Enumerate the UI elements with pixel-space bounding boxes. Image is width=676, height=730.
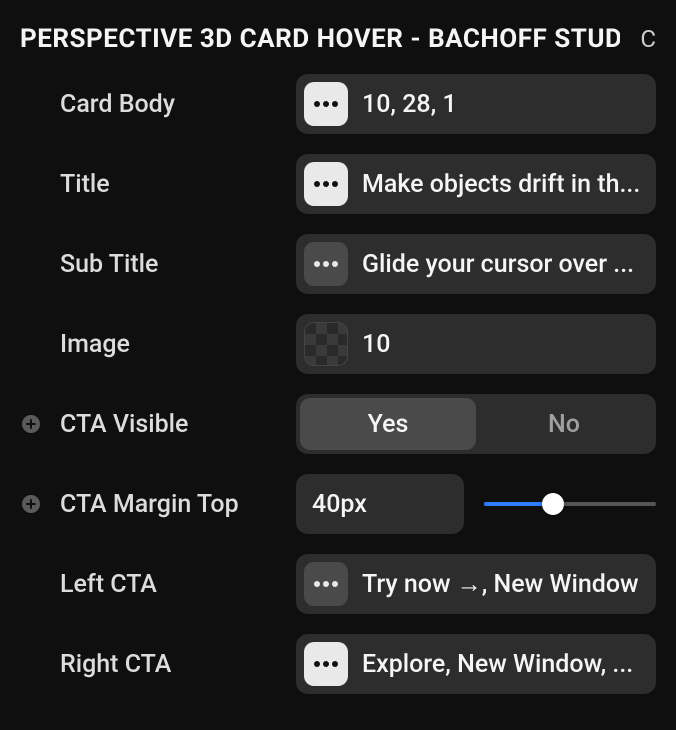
- cta-visible-no[interactable]: No: [476, 398, 652, 450]
- cta-margin-top-value[interactable]: 40px: [296, 474, 464, 534]
- sub-title-field[interactable]: Glide your cursor over ...: [296, 234, 656, 294]
- left-cta-field[interactable]: Try now →, New Window: [296, 554, 656, 614]
- right-cta-value: Explore, New Window, ...: [362, 650, 642, 679]
- add-override-icon[interactable]: [20, 493, 42, 515]
- properties-panel: Card Body 10, 28, 1 Title Make objects d…: [0, 74, 676, 714]
- card-body-field[interactable]: 10, 28, 1: [296, 74, 656, 134]
- prop-row-card-body: Card Body 10, 28, 1: [20, 74, 656, 134]
- image-value: 10: [362, 330, 642, 359]
- prop-label-card-body: Card Body: [60, 90, 175, 119]
- prop-label-image: Image: [60, 330, 130, 359]
- prop-row-left-cta: Left CTA Try now →, New Window: [20, 554, 656, 614]
- image-field[interactable]: 10: [296, 314, 656, 374]
- panel-title: PERSPECTIVE 3D CARD HOVER - BACHOFF STUD…: [20, 24, 620, 54]
- prop-label-cta-margin-top: CTA Margin Top: [60, 490, 239, 519]
- prop-row-cta-visible: CTA Visible Yes No: [20, 394, 656, 454]
- more-icon[interactable]: [304, 642, 348, 686]
- add-override-icon[interactable]: [20, 413, 42, 435]
- prop-label-sub-title: Sub Title: [60, 250, 158, 279]
- title-field[interactable]: Make objects drift in th...: [296, 154, 656, 214]
- title-value: Make objects drift in th...: [362, 170, 642, 199]
- prop-row-image: Image 10: [20, 314, 656, 374]
- prop-label-left-cta: Left CTA: [60, 570, 157, 599]
- prop-row-cta-margin-top: CTA Margin Top 40px: [20, 474, 656, 534]
- prop-row-right-cta: Right CTA Explore, New Window, ...: [20, 634, 656, 694]
- prop-label-right-cta: Right CTA: [60, 650, 171, 679]
- right-cta-field[interactable]: Explore, New Window, ...: [296, 634, 656, 694]
- left-cta-value: Try now →, New Window: [362, 570, 642, 599]
- more-icon[interactable]: [304, 162, 348, 206]
- prop-label-title: Title: [60, 170, 110, 199]
- panel-title-extra: C: [640, 25, 656, 53]
- more-icon[interactable]: [304, 562, 348, 606]
- more-icon[interactable]: [304, 82, 348, 126]
- prop-row-title: Title Make objects drift in th...: [20, 154, 656, 214]
- cta-visible-yes[interactable]: Yes: [300, 398, 476, 450]
- prop-row-sub-title: Sub Title Glide your cursor over ...: [20, 234, 656, 294]
- cta-visible-toggle[interactable]: Yes No: [296, 394, 656, 454]
- panel-header: PERSPECTIVE 3D CARD HOVER - BACHOFF STUD…: [0, 0, 676, 74]
- cta-margin-top-slider[interactable]: [484, 489, 656, 519]
- sub-title-value: Glide your cursor over ...: [362, 250, 642, 279]
- prop-label-cta-visible: CTA Visible: [60, 410, 188, 439]
- more-icon[interactable]: [304, 242, 348, 286]
- image-swatch-icon[interactable]: [304, 322, 348, 366]
- card-body-value: 10, 28, 1: [362, 90, 642, 119]
